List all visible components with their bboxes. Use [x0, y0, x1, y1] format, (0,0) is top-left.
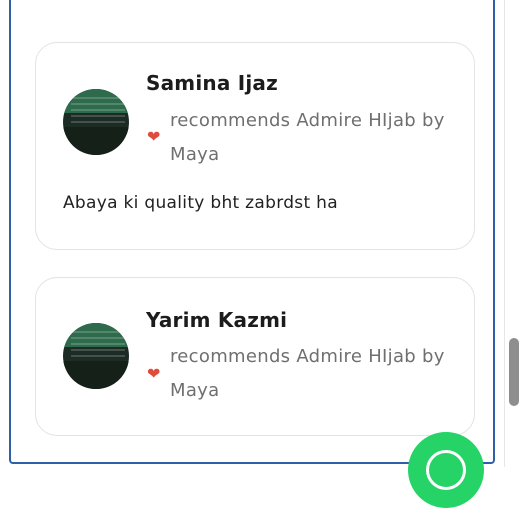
- recommendation-text: recommends Admire HIjab by Maya: [170, 346, 445, 401]
- heart-icon: ❤: [147, 364, 161, 383]
- recommendation-text: recommends Admire HIjab by Maya: [170, 110, 445, 165]
- whatsapp-chat-button[interactable]: [408, 432, 484, 508]
- scrollbar-thumb[interactable]: [509, 338, 519, 406]
- review-card: Samina Ijaz ❤ recommends Admire HIjab by…: [35, 42, 475, 250]
- review-card: Yarim Kazmi ❤ recommends Admire HIjab by…: [35, 277, 475, 436]
- reviewer-name: Samina Ijaz: [146, 71, 278, 95]
- heart-icon: ❤: [147, 127, 161, 146]
- reviewer-name: Yarim Kazmi: [146, 308, 288, 332]
- review-text: Abaya ki quality bht zabrdst ha: [63, 193, 338, 213]
- reviewer-avatar: [63, 89, 129, 155]
- reviewer-avatar: [63, 323, 129, 389]
- whatsapp-icon: [426, 450, 466, 490]
